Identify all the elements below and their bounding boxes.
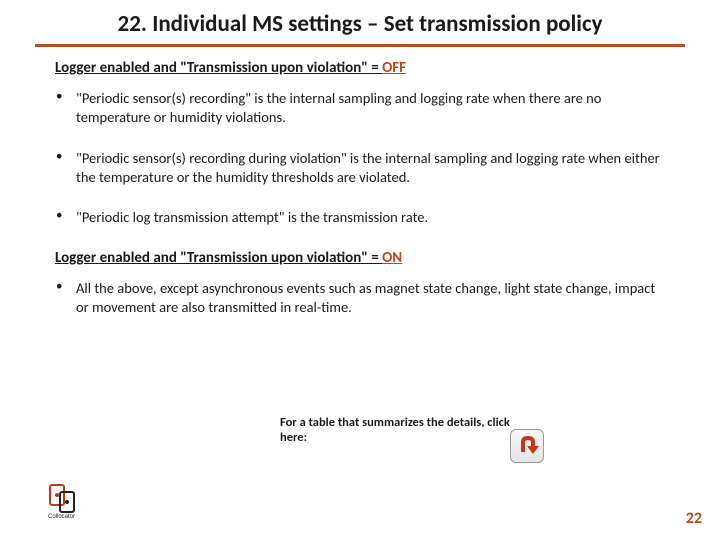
note-text: For a table that summarizes the details,…: [280, 415, 510, 445]
slide-title: 22. Individual MS settings – Set transmi…: [40, 10, 680, 38]
back-link-button[interactable]: [510, 429, 544, 463]
list-item: All the above, except asynchronous event…: [50, 279, 670, 317]
subhead-on-state: ON: [382, 249, 402, 267]
bullets-on: All the above, except asynchronous event…: [50, 279, 670, 317]
bullets-off: "Periodic sensor(s) recording" is the in…: [50, 89, 670, 227]
list-item: "Periodic sensor(s) recording" is the in…: [50, 89, 670, 127]
page-number: 22: [686, 509, 702, 528]
u-turn-arrow-icon: [515, 434, 541, 460]
list-item: "Periodic log transmission attempt" is t…: [50, 208, 670, 227]
brand-logo: Collocator: [40, 482, 90, 520]
svg-text:Collocator: Collocator: [48, 514, 75, 520]
title-underline: [35, 44, 685, 47]
subhead-off: Logger enabled and "Transmission upon vi…: [55, 59, 720, 77]
subhead-on-prefix: Logger enabled and "Transmission upon vi…: [55, 249, 382, 267]
note-row: For a table that summarizes the details,…: [280, 415, 620, 463]
subhead-on: Logger enabled and "Transmission upon vi…: [55, 249, 720, 267]
subhead-off-prefix: Logger enabled and "Transmission upon vi…: [55, 59, 382, 77]
subhead-off-state: OFF: [382, 59, 406, 77]
list-item: "Periodic sensor(s) recording during vio…: [50, 149, 670, 187]
